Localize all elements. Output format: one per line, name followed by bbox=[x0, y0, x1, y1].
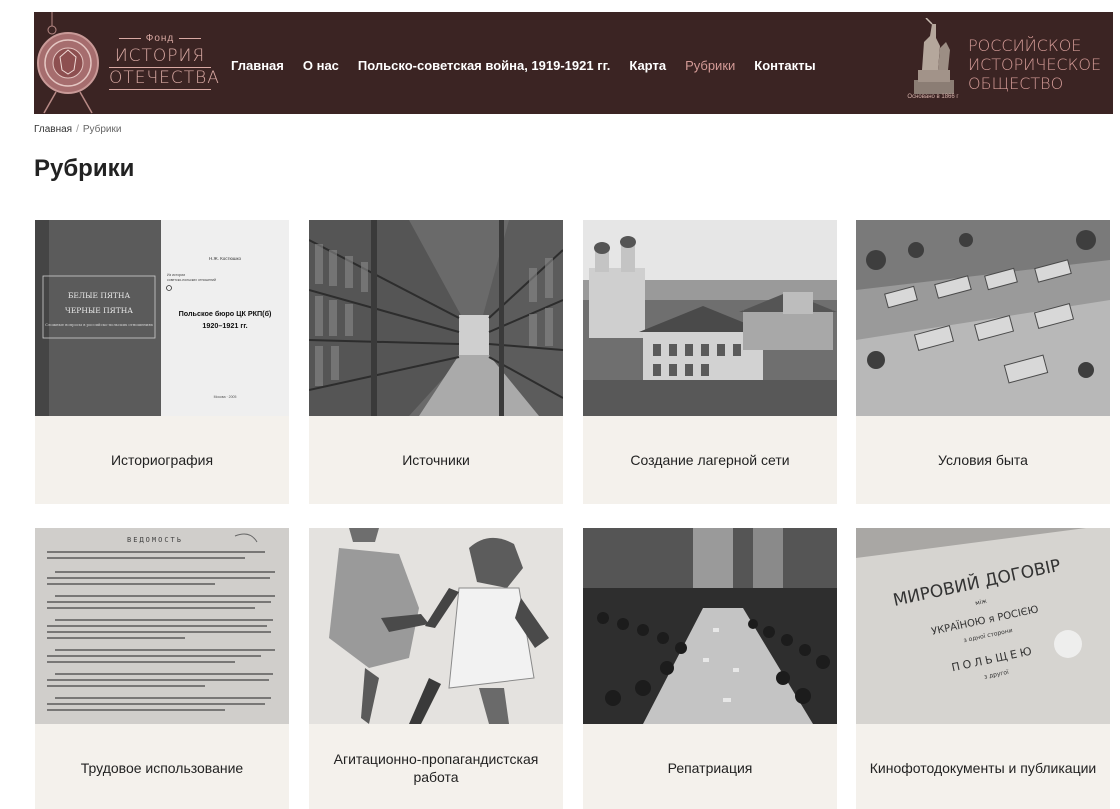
cover-title-2: ЧЕРНЫЕ ПЯТНА bbox=[65, 306, 133, 315]
rubric-image-repatriation bbox=[583, 528, 837, 724]
rio-line1: РОССИЙСКОЕ bbox=[968, 36, 1082, 55]
nav-item-war[interactable]: Польско-советская война, 1919-1921 гг. bbox=[358, 58, 610, 73]
fond-line2: ОТЕЧЕСТВА bbox=[109, 67, 220, 90]
fond-logo-text: Фонд ИСТОРИЯ ОТЕЧЕСТВА bbox=[95, 32, 225, 90]
rubric-label-propaganda: Агитационно-пропагандистская работа bbox=[333, 751, 539, 785]
rubric-label-repatriation: Репатриация bbox=[667, 760, 753, 776]
doc-title: ВЕДОМОСТЬ bbox=[127, 536, 183, 544]
main-nav: Главная О нас Польско-советская война, 1… bbox=[231, 56, 835, 74]
cover-right-title-1: Польское бюро ЦК РКП(б) bbox=[179, 309, 272, 318]
cover-right-title-2: 1920–1921 гг. bbox=[202, 321, 247, 330]
breadcrumb-current: Рубрики bbox=[82, 124, 122, 135]
fond-label: Фонд bbox=[95, 32, 225, 46]
rio-logo[interactable]: Основано в 1866 г РОССИЙСКОЕ ИСТОРИЧЕСКО… bbox=[898, 12, 1113, 114]
rio-caption: Основано в 1866 г bbox=[907, 94, 959, 100]
rubric-image-camp-network bbox=[583, 220, 837, 416]
rubric-image-sources bbox=[309, 220, 563, 416]
rubric-card-living-conditions[interactable]: Условия быта bbox=[856, 220, 1110, 504]
propaganda-poster-image bbox=[309, 528, 563, 724]
monument-icon bbox=[914, 18, 954, 94]
rubric-label-camp-network: Создание лагерной сети bbox=[630, 452, 790, 468]
nav-item-map[interactable]: Карта bbox=[629, 58, 666, 73]
old-town-photo bbox=[583, 220, 837, 416]
breadcrumb-home[interactable]: Главная bbox=[34, 124, 72, 135]
nav-item-contacts[interactable]: Контакты bbox=[754, 58, 815, 73]
rubric-label-media: Кинофотодокументы и публикации bbox=[869, 760, 1097, 776]
conference-photo bbox=[583, 528, 837, 724]
cover-small-2: советско-польских отношений bbox=[167, 278, 216, 282]
fond-line1: ИСТОРИЯ bbox=[114, 46, 206, 66]
rubric-card-labor[interactable]: ВЕДОМОСТЬ Трудовое использование bbox=[35, 528, 289, 809]
cover-subtitle: Сложные вопросы в российско-польских отн… bbox=[45, 322, 154, 327]
breadcrumb-separator: / bbox=[76, 124, 79, 135]
typed-document-image: ВЕДОМОСТЬ bbox=[35, 528, 289, 724]
rubric-image-propaganda bbox=[309, 528, 563, 724]
rubric-image-media: МИРОВИЙ ДОГОВІР між УКРАЇНОЮ я РОСІЄЮ з … bbox=[856, 528, 1110, 724]
rubric-label-sources: Источники bbox=[402, 452, 470, 468]
rubric-card-media[interactable]: МИРОВИЙ ДОГОВІР між УКРАЇНОЮ я РОСІЄЮ з … bbox=[856, 528, 1110, 809]
rubric-image-labor: ВЕДОМОСТЬ bbox=[35, 528, 289, 724]
rubric-label-labor: Трудовое использование bbox=[80, 760, 244, 776]
rubric-image-historiography: БЕЛЫЕ ПЯТНА ЧЕРНЫЕ ПЯТНА Сложные вопросы… bbox=[35, 220, 289, 416]
archive-shelves-image bbox=[309, 220, 563, 416]
rubric-card-propaganda[interactable]: Агитационно-пропагандистская работа bbox=[309, 528, 563, 809]
rubric-card-sources[interactable]: Источники bbox=[309, 220, 563, 504]
nav-item-about[interactable]: О нас bbox=[303, 58, 339, 73]
fond-logo[interactable]: Фонд ИСТОРИЯ ОТЕЧЕСТВА bbox=[34, 12, 224, 114]
rio-line2: ИСТОРИЧЕСКОЕ bbox=[968, 55, 1102, 74]
site-header: Фонд ИСТОРИЯ ОТЕЧЕСТВА Главная О нас Пол… bbox=[34, 12, 1113, 114]
cover-title-1: БЕЛЫЕ ПЯТНА bbox=[68, 291, 131, 300]
rubric-card-repatriation[interactable]: Репатриация bbox=[583, 528, 837, 809]
rubric-label-historiography: Историография bbox=[110, 452, 214, 468]
rubric-card-camp-network[interactable]: Создание лагерной сети bbox=[583, 220, 837, 504]
page-title: Рубрики bbox=[34, 155, 135, 182]
book-covers-image: БЕЛЫЕ ПЯТНА ЧЕРНЫЕ ПЯТНА Сложные вопросы… bbox=[35, 220, 289, 416]
rubric-card-historiography[interactable]: БЕЛЫЕ ПЯТНА ЧЕРНЫЕ ПЯТНА Сложные вопросы… bbox=[35, 220, 289, 504]
breadcrumb: Главная / Рубрики bbox=[34, 124, 121, 135]
rubric-label-living-conditions: Условия быта bbox=[938, 452, 1028, 468]
aerial-photo bbox=[856, 220, 1110, 416]
nav-item-rubrics[interactable]: Рубрики bbox=[685, 58, 735, 73]
cover-small-1: Из истории bbox=[167, 273, 185, 277]
nav-item-home[interactable]: Главная bbox=[231, 58, 284, 73]
rio-text: РОССИЙСКОЕ ИСТОРИЧЕСКОЕ ОБЩЕСТВО bbox=[968, 36, 1101, 93]
rio-line3: ОБЩЕСТВО bbox=[968, 74, 1064, 93]
cover-author: Н.Ж. Костюшко bbox=[209, 256, 242, 261]
rubric-image-living-conditions bbox=[856, 220, 1110, 416]
cover-footer: Москва · 2005 bbox=[214, 395, 237, 399]
treaty-cover-image: МИРОВИЙ ДОГОВІР між УКРАЇНОЮ я РОСІЄЮ з … bbox=[856, 528, 1110, 724]
